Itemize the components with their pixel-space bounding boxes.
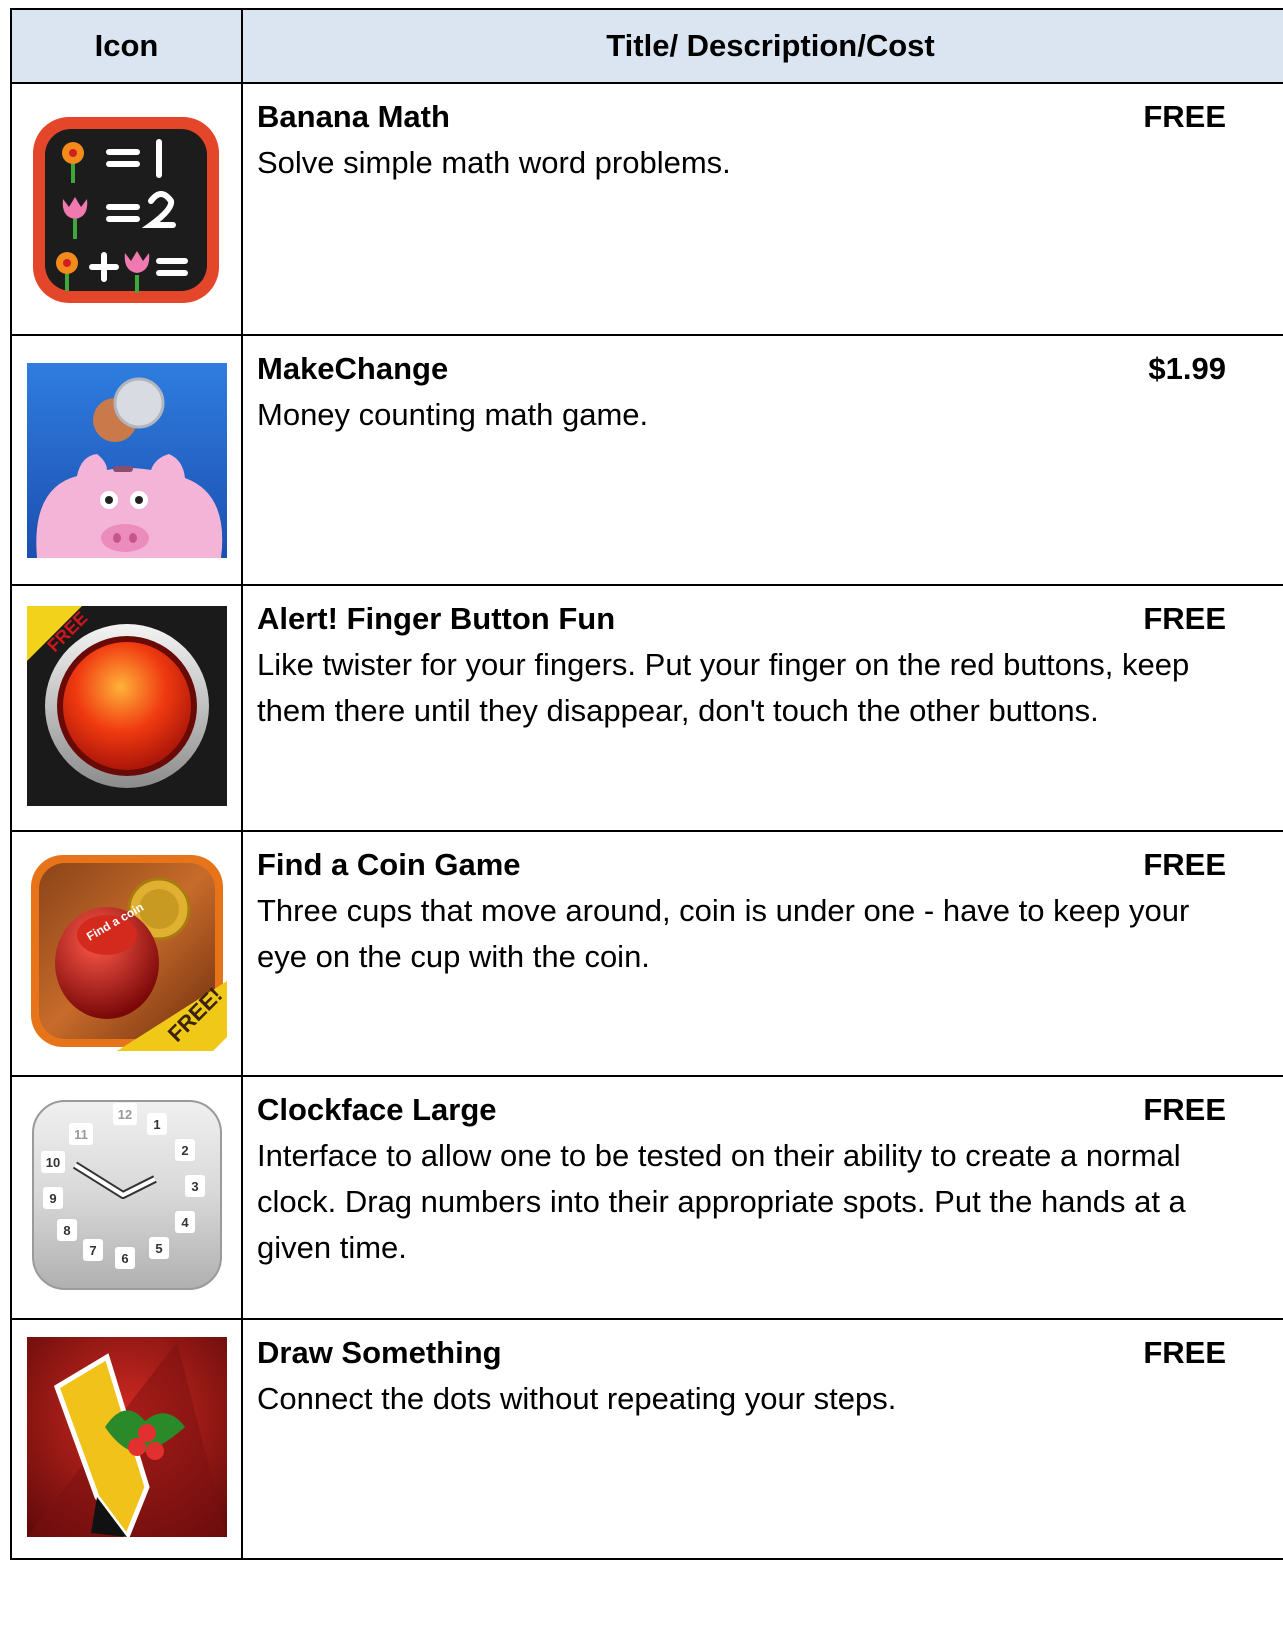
app-description: Like twister for your fingers. Put your … [257, 647, 1190, 728]
app-title: Find a Coin Game [257, 847, 521, 882]
svg-text:8: 8 [63, 1223, 70, 1238]
clock-icon: 12 1 2 3 4 5 6 7 8 9 10 11 [31, 1100, 222, 1290]
table-row: Banana Math FREE Solve simple math word … [10, 82, 1283, 336]
app-cost: FREE [1143, 1335, 1226, 1370]
icon-cell: FREE [10, 584, 243, 832]
svg-text:12: 12 [117, 1107, 131, 1122]
text-cell: Find a Coin Game FREE Three cups that mo… [241, 830, 1283, 1077]
app-description: Three cups that move around, coin is und… [257, 893, 1190, 974]
table-row: FREE Alert! Finger Button Fun FREE Like … [10, 584, 1283, 832]
text-cell: MakeChange $1.99 Money counting math gam… [241, 334, 1283, 586]
table-row: MakeChange $1.99 Money counting math gam… [10, 334, 1283, 586]
app-cost: $1.99 [1148, 351, 1226, 386]
app-title: Alert! Finger Button Fun [257, 601, 616, 636]
icon-cell: Find a coin FREE! [10, 830, 243, 1077]
text-cell: Clockface Large FREE Interface to allow … [241, 1075, 1283, 1320]
app-description: Solve simple math word problems. [257, 145, 731, 180]
app-cost: FREE [1143, 601, 1226, 636]
icon-cell [10, 82, 243, 336]
svg-text:11: 11 [74, 1127, 88, 1142]
app-description: Money counting math game. [257, 397, 649, 432]
table-row: 12 1 2 3 4 5 6 7 8 9 10 11 Clockface Lar… [10, 1075, 1283, 1320]
app-cost: FREE [1143, 847, 1226, 882]
piggy-bank-icon [26, 362, 227, 558]
svg-text:7: 7 [89, 1243, 96, 1258]
svg-text:9: 9 [49, 1191, 56, 1206]
cup-coin-icon: Find a coin FREE! [30, 855, 227, 1051]
app-title: Banana Math [257, 99, 450, 134]
header-description: Title/ Description/Cost [241, 8, 1283, 84]
app-description: Interface to allow one to be tested on t… [257, 1138, 1186, 1265]
app-title: MakeChange [257, 351, 449, 386]
app-cost: FREE [1143, 1092, 1226, 1127]
icon-cell [10, 1318, 243, 1560]
svg-text:10: 10 [45, 1155, 59, 1170]
table-row: Find a coin FREE! Find a Coin Game FREE … [10, 830, 1283, 1077]
svg-text:6: 6 [121, 1251, 128, 1266]
app-cost: FREE [1143, 99, 1226, 134]
svg-text:2: 2 [181, 1143, 188, 1158]
app-title: Clockface Large [257, 1092, 497, 1127]
text-cell: Alert! Finger Button Fun FREE Like twist… [241, 584, 1283, 832]
text-cell: Banana Math FREE Solve simple math word … [241, 82, 1283, 336]
flower-math-icon [32, 116, 219, 303]
apps-table: Icon Title/ Description/Cost Banana Math… [10, 8, 1283, 1560]
app-title: Draw Something [257, 1335, 502, 1370]
header-row: Icon Title/ Description/Cost [10, 8, 1283, 84]
header-icon: Icon [10, 8, 243, 84]
svg-text:5: 5 [155, 1241, 162, 1256]
text-cell: Draw Something FREE Connect the dots wit… [241, 1318, 1283, 1560]
svg-text:4: 4 [181, 1215, 189, 1230]
table-row: Draw Something FREE Connect the dots wit… [10, 1318, 1283, 1560]
app-description: Connect the dots without repeating your … [257, 1381, 897, 1416]
icon-cell [10, 334, 243, 586]
svg-text:3: 3 [191, 1179, 198, 1194]
icon-cell: 12 1 2 3 4 5 6 7 8 9 10 11 [10, 1075, 243, 1320]
red-button-icon: FREE [26, 605, 227, 806]
pencil-holly-icon [26, 1336, 227, 1537]
svg-text:1: 1 [153, 1117, 160, 1132]
